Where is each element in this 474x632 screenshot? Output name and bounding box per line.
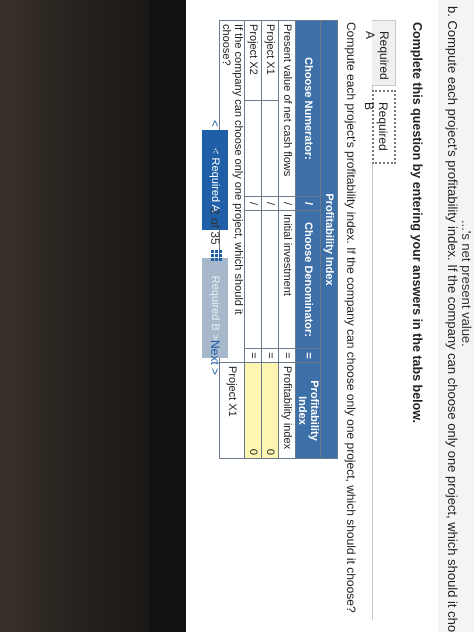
equals-sign: = bbox=[261, 348, 279, 363]
rotated-page: ...'s net present value. b. Compute each… bbox=[186, 0, 474, 632]
denominator-select[interactable]: Initial investment bbox=[278, 210, 296, 349]
numerator-select[interactable]: Present value of net cash flows bbox=[278, 20, 296, 197]
x1-result: 0 bbox=[261, 362, 279, 459]
table-row: Project X2 / = 0 bbox=[244, 20, 262, 459]
header-result: Profitability Index bbox=[295, 362, 321, 459]
x2-denominator-input[interactable] bbox=[244, 210, 262, 349]
monitor-bezel bbox=[150, 0, 190, 632]
equals-sign: = bbox=[244, 348, 262, 363]
header-numerator: Choose Numerator: bbox=[295, 20, 321, 197]
slash-sign: / bbox=[278, 196, 296, 211]
table-title: Profitability Index bbox=[320, 20, 338, 459]
desk-background bbox=[0, 0, 150, 632]
grid-icon[interactable] bbox=[210, 250, 222, 262]
project-x2-label: Project X2 bbox=[244, 20, 262, 101]
project-x1-label: Project X1 bbox=[261, 20, 279, 101]
header-equals: = bbox=[295, 348, 321, 363]
slash-sign: / bbox=[244, 196, 262, 211]
subquestion-text: Compute each project's profitability ind… bbox=[344, 22, 358, 613]
x1-denominator-input[interactable] bbox=[261, 210, 279, 349]
header-slash: / bbox=[295, 196, 321, 211]
tab-required-a[interactable]: Required A bbox=[363, 20, 396, 86]
question-top-cut: ...'s net present value. bbox=[459, 220, 474, 347]
x2-result: 0 bbox=[244, 362, 262, 459]
question-text: b. Compute each project's profitability … bbox=[445, 6, 460, 632]
page-count: 2 of 35 bbox=[208, 208, 222, 245]
x1-numerator-input[interactable] bbox=[261, 100, 279, 197]
x2-numerator-input[interactable] bbox=[244, 100, 262, 197]
next-link[interactable]: Next > bbox=[208, 340, 222, 375]
slash-sign: / bbox=[261, 196, 279, 211]
header-denominator: Choose Denominator: bbox=[295, 210, 321, 349]
instruction-text: Complete this question by entering your … bbox=[410, 22, 424, 423]
result-label: Profitability index bbox=[278, 362, 296, 459]
table-row: Project X1 / = 0 bbox=[261, 20, 279, 459]
tab-bar: Required A Required B bbox=[362, 20, 402, 620]
profitability-index-table: Profitability Index Choose Numerator: / … bbox=[219, 20, 338, 459]
question-pager: < Prev 2 of 35 Next > bbox=[202, 120, 226, 520]
prev-link[interactable]: < Prev bbox=[208, 120, 222, 155]
screen: ...'s net present value. b. Compute each… bbox=[186, 0, 474, 632]
table-row: Present value of net cash flows / Initia… bbox=[278, 20, 296, 459]
tab-required-b[interactable]: Required B bbox=[362, 90, 396, 164]
equals-sign: = bbox=[278, 348, 296, 363]
